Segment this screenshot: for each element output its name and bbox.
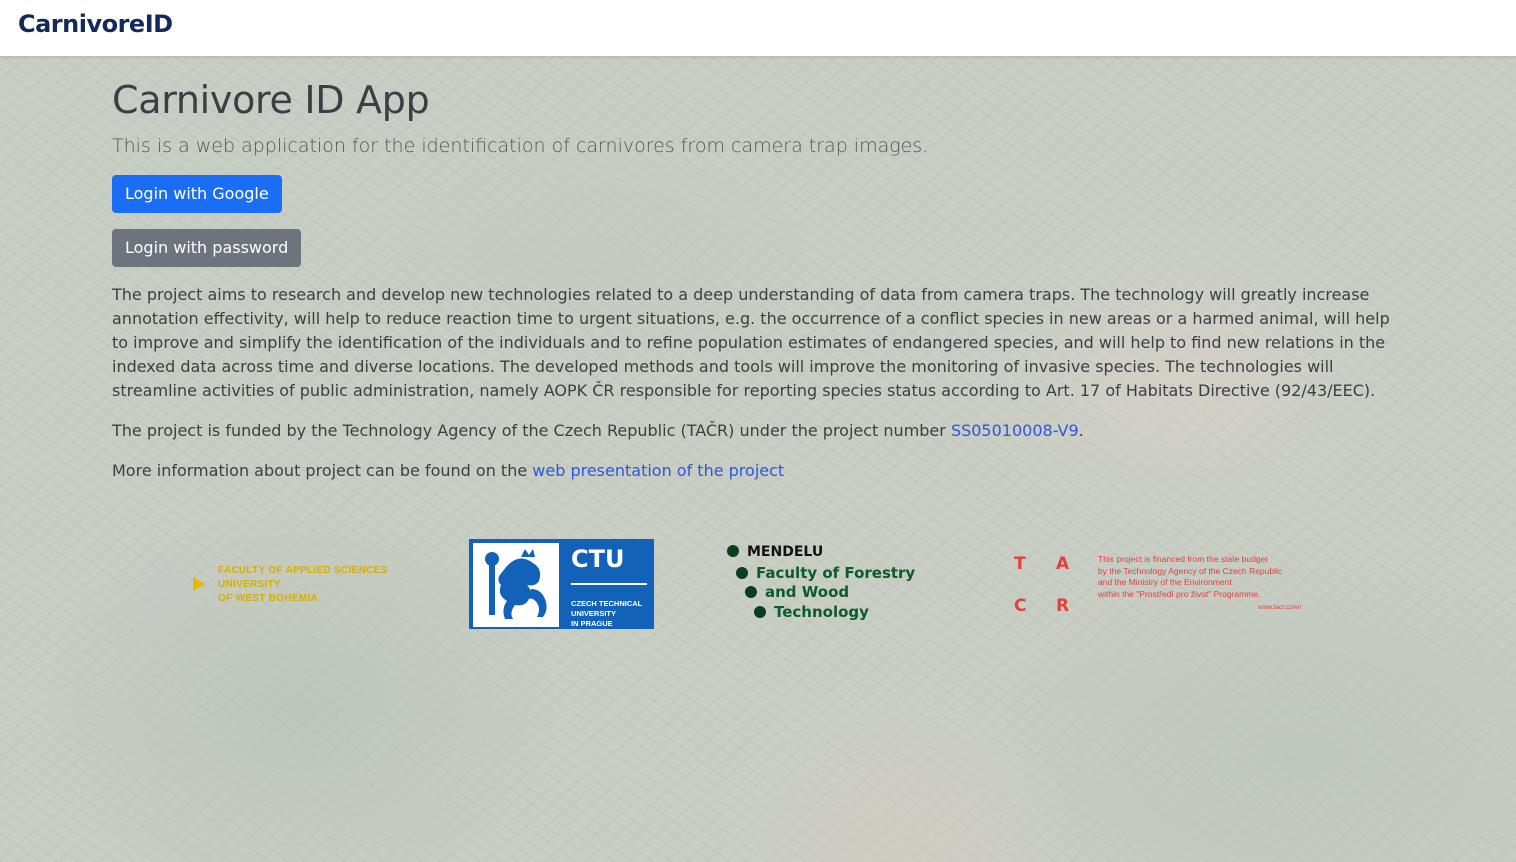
funding-text: The project is funded by the Technology … xyxy=(112,419,1407,443)
tacr-line-1: This project is financed from the state … xyxy=(1098,554,1268,564)
ctu-line-2: UNIVERSITY xyxy=(571,609,617,618)
ctu-lion-icon xyxy=(473,543,559,627)
funding-prefix: The project is funded by the Technology … xyxy=(112,421,951,440)
mendelu-text-2: Faculty of Forestry xyxy=(756,564,916,582)
brand-logo[interactable]: CarnivoreID xyxy=(18,10,173,38)
tacr-letter-a: A xyxy=(1056,554,1070,574)
tacr-line-3: and the Ministry of the Environment xyxy=(1098,577,1232,587)
ctu-line-3: IN PRAGUE xyxy=(571,619,613,628)
mendelu-row-1: MENDELU xyxy=(727,544,823,560)
mendelu-text-4: Technology xyxy=(774,603,869,621)
ctu-title: CTU xyxy=(571,545,625,573)
tacr-letter-c: C xyxy=(1014,596,1027,616)
login-google-button[interactable]: Login with Google xyxy=(112,175,282,213)
mendelu-logo: MENDELU Faculty of Forestry and Wood Tec… xyxy=(727,544,927,628)
login-password-button[interactable]: Login with password xyxy=(112,229,302,267)
project-description: The project aims to research and develop… xyxy=(112,285,1390,400)
project-web-link[interactable]: web presentation of the project xyxy=(532,461,784,480)
zcu-arrow-icon xyxy=(193,577,205,591)
dot-icon xyxy=(736,567,748,579)
zcu-line-1: FACULTY OF APPLIED SCIENCES xyxy=(218,565,388,576)
project-number-link[interactable]: SS05010008-V9 xyxy=(951,421,1079,440)
mendelu-row-4: Technology xyxy=(754,603,869,621)
mendelu-text-1: MENDELU xyxy=(747,544,824,560)
more-info-text: More information about project can be fo… xyxy=(112,459,1407,483)
page-title: Carnivore ID App xyxy=(112,78,430,122)
tacr-letter-r: R xyxy=(1056,596,1070,616)
dot-icon xyxy=(745,586,757,598)
tacr-line-4: within the "Prostředí pro život" Program… xyxy=(1098,588,1261,599)
lead-text: This is a web application for the identi… xyxy=(112,135,929,157)
tacr-url: www.tacr.cz/en xyxy=(1258,604,1302,611)
navbar: CarnivoreID xyxy=(0,0,1516,56)
tacr-logo: T A C R This project is financed from th… xyxy=(1010,551,1310,631)
more-info-prefix: More information about project can be fo… xyxy=(112,461,533,480)
main-content: Carnivore ID App This is a web applicati… xyxy=(112,56,1412,483)
ctu-line-1: CZECH TECHNICAL xyxy=(571,599,643,608)
ctu-text-block: CTU CZECH TECHNICAL UNIVERSITY IN PRAGUE xyxy=(563,543,652,629)
zcu-line-2: UNIVERSITY xyxy=(218,579,282,590)
tacr-line-2: by the Technology Agency of the Czech Re… xyxy=(1098,565,1283,576)
mendelu-row-3: and Wood xyxy=(745,583,849,601)
tacr-letter-t: T xyxy=(1014,554,1026,574)
ctu-logo: CTU CZECH TECHNICAL UNIVERSITY IN PRAGUE xyxy=(469,539,654,629)
zcu-logo: FACULTY OF APPLIED SCIENCES UNIVERSITY O… xyxy=(150,557,390,617)
dot-icon xyxy=(727,545,739,557)
mendelu-row-2: Faculty of Forestry xyxy=(736,564,915,582)
ctu-subtitle: CZECH TECHNICAL UNIVERSITY IN PRAGUE xyxy=(571,599,642,629)
ctu-divider xyxy=(571,583,647,585)
zcu-line-3: OF WEST BOHEMIA xyxy=(218,593,319,604)
partner-logos: FACULTY OF APPLIED SCIENCES UNIVERSITY O… xyxy=(0,539,1516,631)
zcu-logo-text: FACULTY OF APPLIED SCIENCES UNIVERSITY O… xyxy=(218,564,388,606)
zcu-mark-icon xyxy=(150,557,190,615)
dot-icon xyxy=(754,606,766,618)
mendelu-text-3: and Wood xyxy=(765,583,850,601)
funding-suffix: . xyxy=(1078,421,1084,440)
tacr-funding-text: This project is financed from the state … xyxy=(1098,554,1313,600)
